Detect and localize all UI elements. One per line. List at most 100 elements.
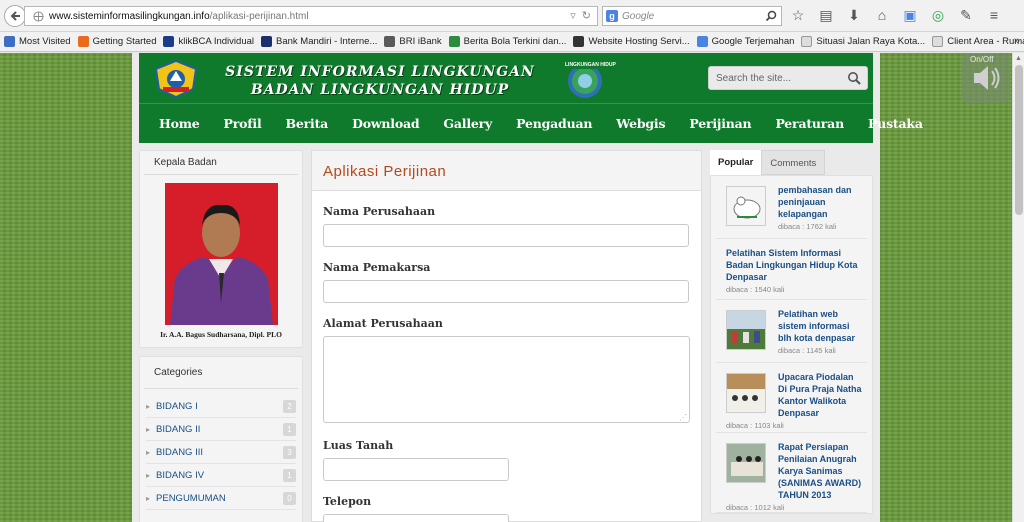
bookmark-item[interactable]: Getting Started	[77, 36, 157, 47]
bookmark-item[interactable]: Website Hosting Servi...	[573, 36, 690, 47]
extension-icon[interactable]: ▣	[902, 7, 918, 23]
scroll-up-icon[interactable]: ▲	[1015, 55, 1022, 62]
list-item[interactable]: Pelatihan web sistem informasi blh kota …	[716, 300, 867, 363]
site-search-input[interactable]: Search the site...	[708, 66, 868, 90]
tab-popular[interactable]: Popular	[710, 150, 762, 175]
bookmark-item[interactable]: BRI iBank	[384, 36, 442, 47]
category-label[interactable]: BIDANG II	[156, 424, 200, 435]
kepala-badan-caption: Ir. A.A. Bagus Sudharsana, Dipl. PLO	[160, 330, 282, 339]
bookmark-favicon-icon	[261, 36, 272, 47]
perijinan-form: Nama Perusahaan Nama Pemakarsa Alamat Pe…	[312, 205, 701, 522]
site-container: SISTEM INFORMASI LINGKUNGAN BADAN LINGKU…	[132, 53, 923, 522]
bookmark-favicon-icon	[573, 36, 585, 47]
popular-title[interactable]: Upacara Piodalan Di Pura Praja Natha Kan…	[778, 371, 865, 419]
bookmark-item[interactable]: klikBCA Individual	[163, 36, 254, 47]
web-page: SISTEM INFORMASI LINGKUNGAN BADAN LINGKU…	[0, 53, 1012, 522]
google-icon[interactable]: g	[606, 10, 618, 22]
popular-thumb-cartoon	[726, 186, 766, 226]
category-label[interactable]: BIDANG IV	[156, 470, 204, 481]
categories-title: Categories	[144, 357, 298, 389]
sidebar-tabs: Popular Comments	[710, 150, 873, 175]
nav-item-peraturan[interactable]: Peraturan	[763, 104, 856, 144]
resize-handle-icon[interactable]: ⋰	[679, 413, 687, 422]
scrollbar-thumb[interactable]	[1015, 65, 1023, 215]
nav-item-berita[interactable]: Berita	[274, 104, 341, 144]
bookmark-favicon-icon	[77, 36, 89, 47]
site-title-line2: BADAN LINGKUNGAN HIDUP	[250, 82, 510, 98]
telepon-input[interactable]	[323, 514, 509, 522]
tab-comments[interactable]: Comments	[761, 150, 826, 175]
home-icon[interactable]: ⌂	[874, 7, 890, 23]
nav-item-webgis[interactable]: Webgis	[604, 104, 677, 144]
category-label[interactable]: BIDANG III	[156, 447, 203, 458]
kepala-badan-photo	[164, 183, 278, 325]
sync-icon[interactable]: ◎	[930, 7, 946, 23]
category-item[interactable]: ▸ BIDANG IV 1	[146, 464, 296, 487]
back-button[interactable]	[4, 5, 26, 27]
popular-title[interactable]: Pelatihan web sistem informasi blh kota …	[778, 308, 865, 344]
popular-title[interactable]: pembahasan dan peninjauan kelapangan	[778, 184, 865, 220]
category-count-badge: 1	[283, 468, 296, 482]
site-search-icon[interactable]	[847, 71, 861, 85]
bookmark-item[interactable]: Google Terjemahan	[696, 36, 794, 47]
nav-item-pengaduan[interactable]: Pengaduan	[504, 104, 604, 144]
chevron-right-icon: ▸	[146, 447, 151, 457]
menu-icon[interactable]: ≡	[986, 7, 1002, 23]
nav-item-pustaka[interactable]: Pustaka	[856, 104, 935, 144]
bookmark-favicon-icon	[696, 36, 708, 47]
luas-tanah-input[interactable]	[323, 458, 509, 481]
bookmark-item[interactable]: Berita Bola Terkini dan...	[448, 36, 566, 47]
popular-meta: dibaca : 1540 kali	[726, 285, 785, 294]
bookmark-favicon-icon	[384, 36, 396, 47]
bookmark-item[interactable]: Bank Mandiri - Interne...	[261, 36, 377, 47]
list-item[interactable]: Upacara Piodalan Di Pura Praja Natha Kan…	[716, 363, 867, 433]
category-count-badge: 1	[283, 422, 296, 436]
downloads-icon[interactable]: ⬇	[846, 7, 862, 23]
alamat-perusahaan-textarea[interactable]: ⋰	[323, 336, 690, 423]
bookmark-item[interactable]: Client Area - Rumahw...	[932, 36, 1024, 47]
popular-title[interactable]: Pelatihan Sistem Informasi Badan Lingkun…	[726, 247, 865, 283]
list-item[interactable]: Rapat Persiapan Penilaian Anugrah Karya …	[716, 433, 867, 513]
nav-item-home[interactable]: Home	[147, 104, 212, 144]
nav-item-download[interactable]: Download	[340, 104, 431, 144]
bookmark-item[interactable]: Most Visited	[4, 36, 71, 47]
search-icon[interactable]	[765, 10, 777, 22]
kepala-badan-title: Kepala Badan	[144, 151, 298, 175]
category-item[interactable]: ▸ BIDANG I 2	[146, 395, 296, 418]
category-count-badge: 0	[283, 491, 296, 505]
field-label-alamat-perusahaan: Alamat Perusahaan	[323, 317, 443, 330]
category-item[interactable]: ▸ BIDANG II 1	[146, 418, 296, 441]
list-item[interactable]: Pelatihan Sistem Informasi Badan Lingkun…	[716, 239, 867, 300]
url-dropdown-icon[interactable]: ▿	[570, 9, 576, 22]
bookmark-star-icon[interactable]: ☆	[790, 7, 806, 23]
field-label-luas-tanah: Luas Tanah	[323, 439, 394, 452]
bookmark-label: BRI iBank	[399, 36, 442, 47]
category-label[interactable]: PENGUMUMAN	[156, 493, 226, 504]
nav-item-perijinan[interactable]: Perijinan	[677, 104, 763, 144]
right-sidebar: Popular Comments pembahasan dan peninjau…	[710, 150, 873, 514]
nama-perusahaan-input[interactable]	[323, 224, 689, 247]
reload-icon[interactable]: ↻	[582, 9, 591, 22]
blh-logo-text: LINGKUNGAN HIDUP	[565, 62, 616, 68]
field-label-nama-pemakarsa: Nama Pemakarsa	[323, 261, 431, 274]
page-scrollbar[interactable]: ▲	[1012, 53, 1024, 522]
page-title: Aplikasi Perijinan	[312, 151, 701, 191]
address-bar[interactable]: www.sisteminformasilingkungan.info /apli…	[24, 6, 598, 26]
popular-title[interactable]: Rapat Persiapan Penilaian Anugrah Karya …	[778, 441, 865, 501]
nama-pemakarsa-input[interactable]	[323, 280, 689, 303]
list-item[interactable]: pembahasan dan peninjauan kelapangan dib…	[716, 176, 867, 239]
popular-meta: dibaca : 1145 kali	[778, 346, 836, 355]
chevron-right-icon: ▸	[146, 470, 151, 480]
addon-icon[interactable]: ✎	[958, 7, 974, 23]
nav-item-profil[interactable]: Profil	[212, 104, 274, 144]
nav-item-gallery[interactable]: Gallery	[431, 104, 504, 144]
bookmark-item[interactable]: Situasi Jalan Raya Kota...	[801, 36, 925, 47]
category-item[interactable]: ▸ PENGUMUMAN 0	[146, 487, 296, 510]
reading-list-icon[interactable]: ▤	[818, 7, 834, 23]
bookmarks-overflow-icon[interactable]: »	[1014, 35, 1020, 47]
search-engine-bar[interactable]: g Google	[602, 6, 782, 26]
bookmark-label: Getting Started	[92, 36, 157, 47]
category-label[interactable]: BIDANG I	[156, 401, 198, 412]
category-item[interactable]: ▸ BIDANG III 3	[146, 441, 296, 464]
chevron-right-icon: ▸	[146, 401, 151, 411]
